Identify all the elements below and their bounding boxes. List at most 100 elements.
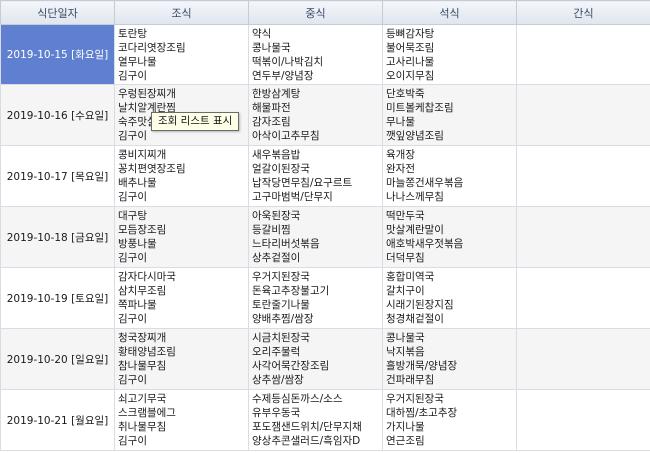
menu-item: 청국장찌개 (118, 332, 167, 344)
dinner-cell[interactable]: 육개장완자전마늘쫑건새우볶음나나스께무침 (382, 145, 517, 207)
table-row[interactable]: 2019-10-17 [목요일] 콩비지찌개 꽁치편엿장조림 배추나물 김구이 새우볶음밥… (0, 145, 650, 207)
menu-item: 김구이 (118, 435, 147, 447)
snack-cell[interactable] (516, 389, 650, 451)
breakfast-cell[interactable]: 쇠고기무국 스크램블에그 취나물무침 김구이 (114, 389, 249, 451)
dinner-cell[interactable]: 떡만두국 맛살계란말이 애호박새우젓볶음 더덕무침 (382, 206, 517, 268)
menu-item: 방풍나물 (118, 238, 157, 250)
snack-cell[interactable] (516, 328, 650, 390)
menu-item: 가지나물 (386, 421, 425, 433)
menu-item: 등뼈감자탕 (386, 27, 435, 40)
menu-item: 납작당면무침/요구르트 (252, 177, 353, 189)
col-header-date[interactable]: 식단일자 (0, 0, 115, 25)
breakfast-cell[interactable]: 대구탕 모듬장조림 방풍나물 김구이 (114, 206, 249, 268)
table-row[interactable]: 2019-10-19 [토요일] 감자다시마국 삼치무조림 쪽파나물 김구이 우거지된장국… (0, 267, 650, 329)
menu-item: 고사리나물 (386, 55, 435, 68)
menu-item: 떡만두국 (386, 210, 425, 222)
date-cell[interactable]: 2019-10-19 [토요일] (0, 267, 115, 329)
menu-item: 쇠고기무국 (118, 393, 167, 405)
date-cell[interactable]: 2019-10-17 [목요일] (0, 145, 115, 207)
menu-item: 우거지된장국 (252, 271, 310, 283)
snack-cell[interactable] (516, 24, 650, 85)
date-cell[interactable]: 2019-10-18 [금요일] (0, 206, 115, 268)
table-row[interactable]: 2019-10-18 [금요일] 대구탕 모듬장조림 방풍나물 김구이 아욱된장국 등갈비찜… (0, 206, 650, 268)
menu-item: 한방삼계탕 (252, 88, 301, 100)
snack-cell[interactable] (516, 145, 650, 207)
menu-item: 마늘쫑건새우볶음 (386, 177, 464, 189)
menu-item: 흘방개묵/양념장 (386, 360, 458, 372)
menu-item: 모듬장조림 (118, 224, 167, 236)
list-tooltip: 조회 리스트 표시 (151, 112, 240, 131)
menu-item: 사각어묵간장조림 (252, 360, 330, 372)
dinner-cell[interactable]: 홍합미역국갈치구이시래기된장지짐청경채겉절이 (382, 267, 517, 329)
breakfast-cell[interactable]: 콩비지찌개 꽁치편엿장조림 배추나물 김구이 (114, 145, 249, 207)
menu-item: 삼치무조림 (118, 285, 167, 297)
breakfast-cell[interactable]: 토란탕 코다리엿장조림 열무나물 김구이 (114, 24, 249, 85)
col-header-lunch[interactable]: 중식 (248, 0, 383, 25)
col-header-snack[interactable]: 간식 (516, 0, 650, 25)
menu-item: 육개장 (386, 149, 415, 161)
menu-item: 홍합미역국 (386, 271, 435, 283)
menu-item: 애호박새우젓볶음 (386, 238, 464, 250)
menu-item: 시금치된장국 (252, 332, 310, 344)
menu-item: 떡볶이/나박김치 (252, 55, 324, 68)
lunch-cell[interactable]: 한방삼계탕해물파전감자조림아삭이고추무침 (248, 84, 383, 146)
menu-item: 단호박죽 (386, 88, 425, 100)
menu-item: 꽁치편엿장조림 (118, 163, 186, 175)
menu-item: 청경채겉절이 (386, 313, 444, 325)
menu-item: 갈치구이 (386, 285, 425, 297)
lunch-cell[interactable]: 약식 콩나물국 떡볶이/나박김치 연두부/양념장 (248, 24, 383, 85)
menu-item: 김구이 (118, 69, 147, 82)
menu-item: 토란줄기나물 (252, 299, 310, 311)
menu-item: 취나물무침 (118, 421, 167, 433)
menu-item: 완자전 (386, 163, 415, 175)
lunch-cell[interactable]: 아욱된장국 등갈비찜 느타리버섯볶음 상추겉절이 (248, 206, 383, 268)
snack-cell[interactable] (516, 84, 650, 146)
menu-item: 코다리엿장조림 (118, 41, 186, 54)
menu-item: 김구이 (118, 252, 147, 264)
menu-item: 김구이 (118, 130, 147, 142)
date-cell[interactable]: 2019-10-15 [화요일] (0, 24, 115, 85)
table-row[interactable]: 2019-10-15 [화요일] 토란탕 코다리엿장조림 열무나물 김구이 약식 콩나물국 떡… (0, 24, 650, 85)
snack-cell[interactable] (516, 206, 650, 268)
menu-item: 우거지된장국 (386, 393, 444, 405)
date-cell[interactable]: 2019-10-20 [일요일] (0, 328, 115, 390)
menu-item: 배추나물 (118, 177, 157, 189)
dinner-cell[interactable]: 콩나물국 낙지볶음 흘방개묵/양념장 건파래무침 (382, 328, 517, 390)
menu-item: 오이지무침 (386, 69, 435, 82)
col-header-breakfast[interactable]: 조식 (114, 0, 249, 25)
menu-item: 약식 (252, 27, 272, 40)
lunch-cell[interactable]: 새우볶음밥 얼갈이된장국 납작당면무침/요구르트 고구마범벅/단무지 (248, 145, 383, 207)
menu-item: 우렁된장찌개 (118, 88, 176, 100)
table-row[interactable]: 2019-10-16 [수요일] 우렁된장찌개 날치알계란찜 숙주맛살 김구이 한방삼계탕… (0, 84, 650, 146)
breakfast-cell[interactable]: 감자다시마국 삼치무조림 쪽파나물 김구이 (114, 267, 249, 329)
table-row[interactable]: 2019-10-20 [일요일] 청국장찌개 황태양념조림 참나물무침 김구이 시금치된장… (0, 328, 650, 390)
menu-item: 감자다시마국 (118, 271, 176, 283)
menu-item: 새우볶음밥 (252, 149, 301, 161)
date-cell[interactable]: 2019-10-16 [수요일] (0, 84, 115, 146)
menu-item: 토란탕 (118, 27, 147, 40)
date-cell[interactable]: 2019-10-21 [월요일] (0, 389, 115, 451)
dinner-cell[interactable]: 우거지된장국 대하찜/초고추장 가지나물 연근조림 (382, 389, 517, 451)
menu-item: 황태양념조림 (118, 346, 176, 358)
lunch-cell[interactable]: 수제등심돈까스/소스 유부우동국 포도잼샌드위치/단무지채 양상추콘샐러드/흑임자D (248, 389, 383, 451)
menu-item: 아욱된장국 (252, 210, 301, 222)
meal-table: 식단일자 조식 중식 석식 간식 2019-10-15 [화요일] 토란탕 코다리엿… (0, 0, 650, 451)
menu-item: 나나스께무침 (386, 191, 444, 203)
menu-item: 아삭이고추무침 (252, 130, 320, 142)
lunch-cell[interactable]: 시금치된장국 오리주물럭 사각어묵간장조림 상추쌈/쌈장 (248, 328, 383, 390)
lunch-cell[interactable]: 우거지된장국 돈육고추장불고기 토란줄기나물 양배추찜/쌈장 (248, 267, 383, 329)
dinner-cell[interactable]: 단호박죽 미트볼케찹조림 무나물 깻잎양념조림 (382, 84, 517, 146)
menu-item: 양상추콘샐러드/흑임자D (252, 435, 361, 447)
menu-item: 감자조림 (252, 116, 291, 128)
dinner-cell[interactable]: 등뼈감자탕 불어묵조림 고사리나물 오이지무침 (382, 24, 517, 85)
snack-cell[interactable] (516, 267, 650, 329)
col-header-dinner[interactable]: 석식 (382, 0, 517, 25)
table-row[interactable]: 2019-10-21 [월요일] 쇠고기무국 스크램블에그 취나물무침 김구이 수제등심돈… (0, 389, 650, 451)
header-row: 식단일자 조식 중식 석식 간식 (0, 0, 650, 25)
menu-item: 낙지볶음 (386, 346, 425, 358)
menu-item: 시래기된장지짐 (386, 299, 454, 311)
breakfast-cell[interactable]: 청국장찌개 황태양념조림 참나물무침 김구이 (114, 328, 249, 390)
menu-item: 김구이 (118, 191, 147, 203)
menu-item: 참나물무침 (118, 360, 167, 372)
menu-item: 해물파전 (252, 102, 291, 114)
